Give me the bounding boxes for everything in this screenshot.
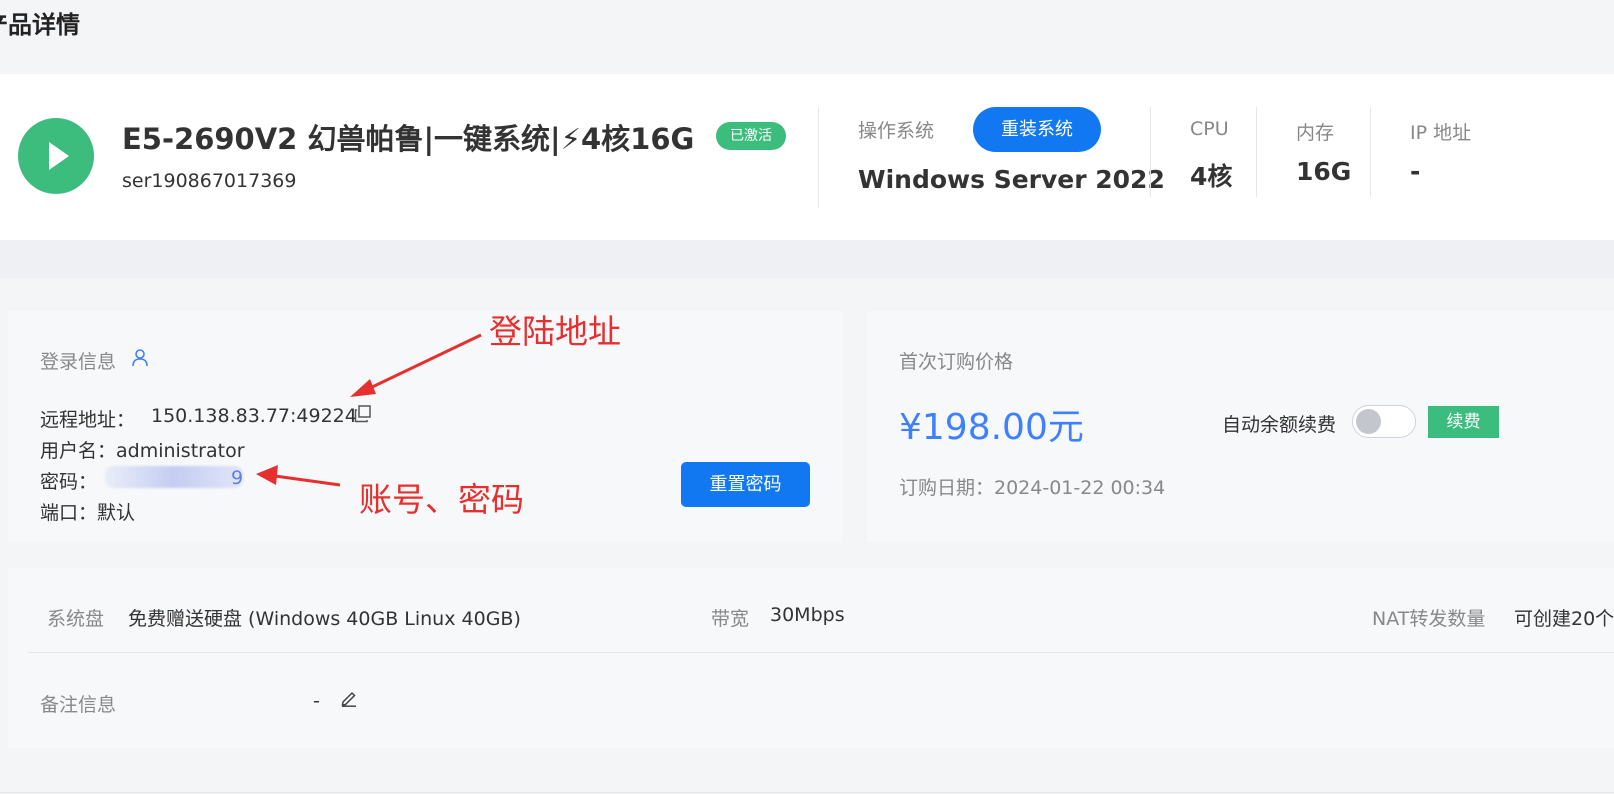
annotation-account-password: 账号、密码 xyxy=(359,480,524,519)
annotation-arrows xyxy=(256,333,482,487)
annotation-login-address: 登陆地址 xyxy=(489,312,621,351)
